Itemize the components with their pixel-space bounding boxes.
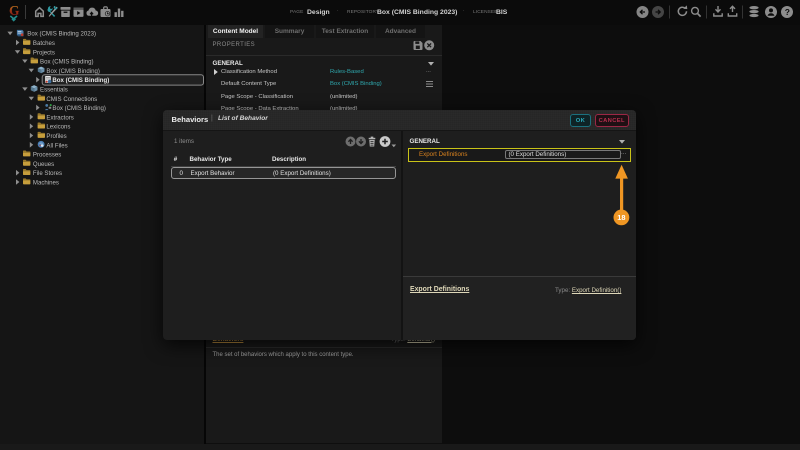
svg-text:Projects: Projects: [33, 49, 55, 56]
svg-text:Processes: Processes: [33, 152, 61, 159]
svg-text:File Stores: File Stores: [33, 170, 62, 177]
svg-text:Lexicons: Lexicons: [46, 124, 70, 131]
svg-text:Box (CMIS Binding): Box (CMIS Binding): [52, 77, 109, 84]
svg-text:Queues: Queues: [33, 161, 54, 168]
svg-text:Extractors: Extractors: [46, 114, 73, 121]
svg-text:Box (CMIS Binding 2023): Box (CMIS Binding 2023): [27, 31, 96, 38]
svg-text:Box (CMIS Binding): Box (CMIS Binding): [40, 59, 94, 66]
svg-text:Essentials: Essentials: [40, 87, 68, 94]
svg-text:CMIS Connections: CMIS Connections: [46, 96, 97, 103]
svg-text:All Files: All Files: [46, 142, 67, 149]
svg-text:Profiles: Profiles: [46, 133, 66, 140]
svg-text:Machines: Machines: [33, 180, 59, 187]
svg-text:Box (CMIS Binding): Box (CMIS Binding): [46, 68, 100, 75]
svg-text:18: 18: [617, 213, 625, 222]
svg-text:Batches: Batches: [33, 40, 55, 47]
svg-text:Box (CMIS Binding): Box (CMIS Binding): [52, 105, 106, 112]
svg-text:?: ?: [785, 6, 790, 16]
